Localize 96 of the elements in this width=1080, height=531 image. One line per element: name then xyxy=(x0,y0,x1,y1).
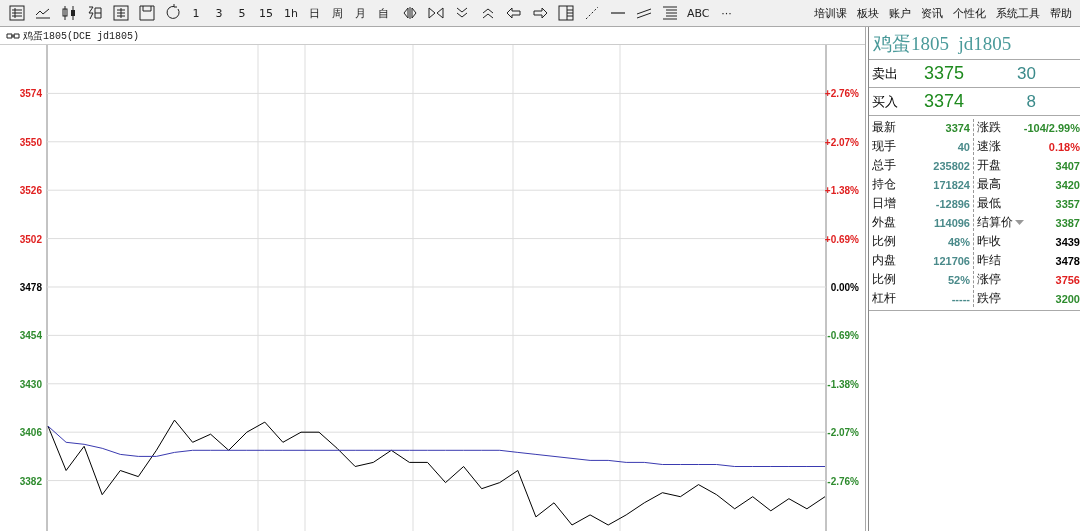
save-icon xyxy=(137,3,157,23)
menu-item[interactable]: 账户 xyxy=(885,5,915,21)
table-icon xyxy=(7,3,27,23)
stat-value: 3420 xyxy=(1055,178,1080,191)
axis-label: -1.38% xyxy=(827,378,859,390)
book-price: 3375 xyxy=(924,63,966,84)
toolbar-button[interactable]: 5 xyxy=(234,2,250,24)
axis-label: 3406 xyxy=(19,427,42,439)
toolbar-button[interactable]: ··· xyxy=(718,2,735,24)
link-icon xyxy=(6,32,20,39)
stat-label: 跌停 xyxy=(977,290,1001,307)
stat-value: 0.18% xyxy=(1048,140,1080,153)
book-label: 买入 xyxy=(871,92,899,111)
stat-label: 日增 xyxy=(872,195,896,212)
axis-label: 3430 xyxy=(19,378,42,390)
axis-label: 3478 xyxy=(19,282,42,293)
stat-label: 开盘 xyxy=(977,157,1001,174)
grid-button[interactable] xyxy=(110,2,132,24)
axis-label: +1.38% xyxy=(824,185,859,197)
stat-label: 结算价 xyxy=(977,214,1013,231)
stat-label: 外盘 xyxy=(872,214,896,231)
toolbar-button[interactable]: ABC xyxy=(685,2,712,24)
axis-label: -2.76% xyxy=(827,475,859,487)
chart-title: 鸡蛋1805(DCE jd1805) xyxy=(23,29,139,43)
stat-value: 3374 xyxy=(945,121,970,134)
toolbar-button[interactable]: 3 xyxy=(211,2,227,24)
stat-value: -104/2.99% xyxy=(1023,121,1080,134)
save-button[interactable] xyxy=(136,2,158,24)
toolbar-button[interactable]: 周 xyxy=(330,2,346,24)
stat-value: 3478 xyxy=(1055,254,1080,267)
axis-label: +2.76% xyxy=(824,88,859,100)
axis-label: 3382 xyxy=(19,475,42,487)
axis-label: +0.69% xyxy=(824,233,859,245)
stat-label: 涨跌 xyxy=(977,119,1001,136)
stat-value: 171824 xyxy=(933,178,970,191)
axis-label: 3526 xyxy=(19,185,42,197)
book-volume: 8 xyxy=(1025,91,1036,112)
stat-label: 最新 xyxy=(872,119,896,136)
book-volume: 30 xyxy=(1016,63,1036,84)
menu-item[interactable]: 培训课 xyxy=(810,5,851,21)
toolbar-button[interactable]: 月 xyxy=(353,2,369,24)
quote-title: 鸡蛋1805 jd1805 xyxy=(869,27,1080,60)
stat-value: 3357 xyxy=(1055,197,1080,210)
grid-icon xyxy=(111,3,131,23)
stat-value: -12896 xyxy=(935,197,970,210)
stat-label: 内盘 xyxy=(872,252,896,269)
stat-value: 3200 xyxy=(1055,292,1080,305)
stat-value: 3387 xyxy=(1055,216,1080,229)
stat-label: 速涨 xyxy=(977,138,1001,155)
stat-value: 235802 xyxy=(933,159,970,172)
axis-label: 3454 xyxy=(19,330,42,342)
menu-item[interactable]: 板块 xyxy=(853,5,883,21)
toolbar-button[interactable]: 日 xyxy=(307,2,323,24)
stat-value: 114096 xyxy=(933,216,970,229)
stat-label: 杠杆 xyxy=(872,290,896,307)
stat-value: 48% xyxy=(947,235,970,248)
menu-item[interactable]: 资讯 xyxy=(917,5,947,21)
stat-value: 40 xyxy=(957,140,970,153)
stat-label: 现手 xyxy=(872,138,896,155)
toolbar-button[interactable]: 1h xyxy=(282,2,300,24)
stat-value: 52% xyxy=(947,273,970,286)
axis-label: -2.07% xyxy=(827,427,859,439)
text-lines-icon xyxy=(660,3,680,23)
toolbar-button[interactable]: 1 xyxy=(188,2,204,24)
stat-value: 3407 xyxy=(1055,159,1080,172)
toolbar-button[interactable]: 自 xyxy=(376,2,392,24)
axis-label: 3502 xyxy=(19,233,42,245)
stat-label: 昨收 xyxy=(977,233,1001,250)
stat-value: ----- xyxy=(951,292,970,305)
menu-item[interactable]: 系统工具 xyxy=(992,5,1044,21)
book-price: 3374 xyxy=(924,91,966,112)
layout-button[interactable] xyxy=(555,2,577,24)
menu-item[interactable]: 帮助 xyxy=(1046,5,1076,21)
stat-label: 最高 xyxy=(977,176,1001,193)
stat-label: 持仓 xyxy=(872,176,896,193)
axis-label: +2.07% xyxy=(824,136,859,148)
axis-label: 0.00% xyxy=(830,282,859,293)
book-label: 卖出 xyxy=(871,64,899,83)
stat-value: 121706 xyxy=(933,254,970,267)
stat-label: 比例 xyxy=(872,233,896,250)
stat-label: 总手 xyxy=(872,157,896,174)
toolbar-button[interactable]: 15 xyxy=(257,2,275,24)
horizontal-line-icon xyxy=(611,12,625,14)
axis-label: -0.69% xyxy=(827,330,859,342)
table-button[interactable] xyxy=(6,2,28,24)
stat-value: 3439 xyxy=(1055,235,1080,248)
axis-label: 3574 xyxy=(19,88,42,100)
stat-value: 3756 xyxy=(1055,273,1080,286)
dropdown-caret-icon[interactable] xyxy=(1015,220,1024,225)
axis-label: 3550 xyxy=(19,136,42,148)
stat-label: 涨停 xyxy=(977,271,1001,288)
stat-label: 比例 xyxy=(872,271,896,288)
stat-label: 最低 xyxy=(977,195,1001,212)
stat-label: 昨结 xyxy=(977,252,1001,269)
menu-item[interactable]: 个性化 xyxy=(949,5,990,21)
layout-icon xyxy=(556,3,576,23)
